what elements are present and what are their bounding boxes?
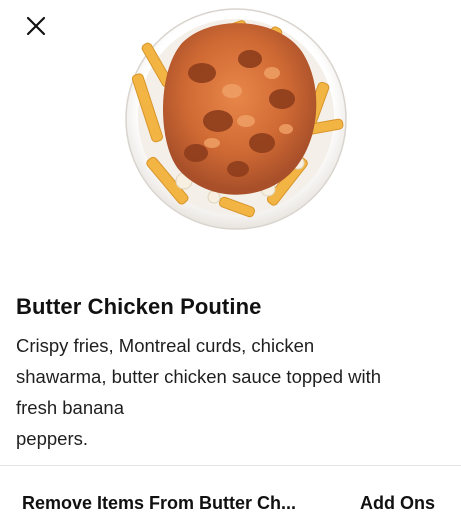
item-description-line: fresh banana <box>16 397 125 418</box>
item-description: Crispy fries, Montreal curds, chicken sh… <box>16 330 446 454</box>
item-description-line: peppers. <box>16 428 88 449</box>
item-description-line: Crispy fries, Montreal curds, chicken <box>16 335 315 356</box>
options-tabs: Remove Items From Butter Ch... Add Ons <box>0 466 461 514</box>
close-button[interactable] <box>18 8 54 44</box>
item-title: Butter Chicken Poutine <box>16 294 262 319</box>
tab-add-ons[interactable]: Add Ons <box>360 493 435 514</box>
item-description-line: shawarma, butter chicken sauce topped wi… <box>16 366 382 387</box>
dish-image <box>125 8 347 230</box>
tab-remove-items[interactable]: Remove Items From Butter Ch... <box>22 493 322 514</box>
close-icon <box>26 16 46 36</box>
